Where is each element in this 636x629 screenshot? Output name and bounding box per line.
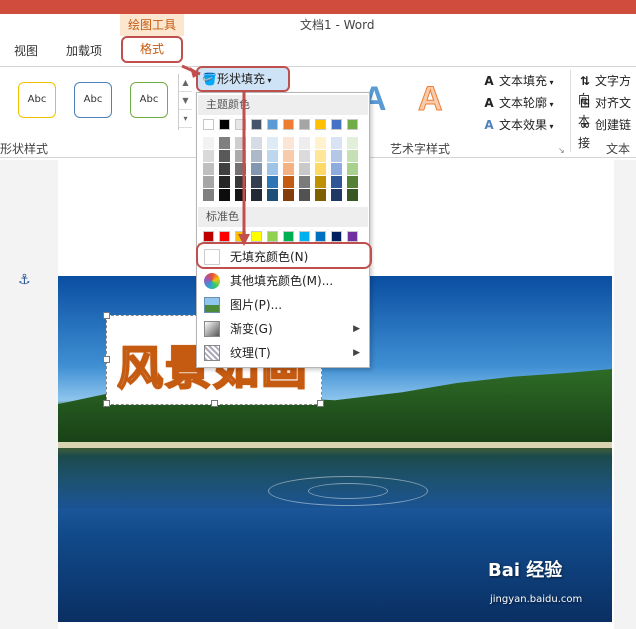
word-window: { "window": { "title": "文档1 - Word", "co… [0,0,636,629]
arrow-head-2 [238,234,250,246]
annotation-arrows [181,64,250,246]
